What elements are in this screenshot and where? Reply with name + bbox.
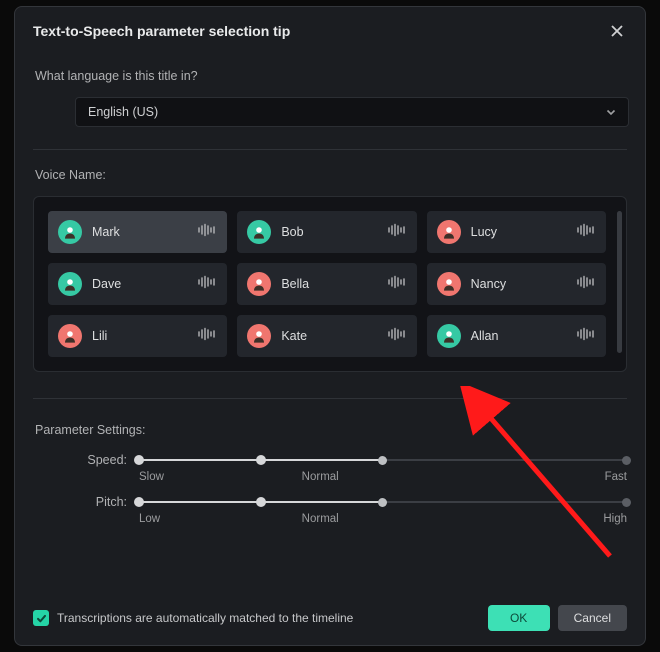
pitch-tick-mid: Normal [302,513,465,525]
avatar [247,324,271,348]
transcription-checkbox-label: Transcriptions are automatically matched… [57,611,480,625]
pitch-slider[interactable] [139,495,627,509]
avatar [58,324,82,348]
speed-tick-high: Fast [464,471,627,483]
voice-name-label: Lili [92,329,197,343]
pitch-tick-labels: Low Normal High [139,513,627,525]
voice-section-label: Voice Name: [35,168,627,182]
avatar [437,272,461,296]
voice-name-label: Lucy [471,225,576,239]
tts-dialog: Text-to-Speech parameter selection tip W… [14,6,646,646]
check-icon [36,613,47,624]
speed-tick-mid: Normal [302,471,465,483]
speed-slider[interactable] [139,453,627,467]
waveform-icon[interactable] [197,327,217,346]
waveform-icon[interactable] [576,223,596,242]
pitch-tick-low: Low [139,513,302,525]
voice-name-label: Allan [471,329,576,343]
voice-option[interactable]: Nancy [427,263,606,305]
voice-name-label: Bella [281,277,386,291]
voice-option[interactable]: Bella [237,263,416,305]
avatar [58,272,82,296]
voice-panel: Mark Bob Lucy Dave Bella Nancy Lili Kate Allan [33,196,627,372]
voice-option[interactable]: Kate [237,315,416,357]
divider [33,398,627,399]
voice-name-label: Kate [281,329,386,343]
avatar [247,272,271,296]
avatar [247,220,271,244]
speed-tick-labels: Slow Normal Fast [139,471,627,483]
avatar [58,220,82,244]
voice-option[interactable]: Bob [237,211,416,253]
voice-scrollbar[interactable] [617,211,622,353]
pitch-label: Pitch: [33,495,139,509]
close-button[interactable] [607,21,627,41]
dialog-header: Text-to-Speech parameter selection tip [15,7,645,51]
language-selected-value: English (US) [88,105,158,119]
voice-option[interactable]: Lili [48,315,227,357]
waveform-icon[interactable] [576,275,596,294]
language-question-label: What language is this title in? [35,69,627,83]
avatar [437,220,461,244]
voice-name-label: Dave [92,277,197,291]
language-select[interactable]: English (US) [75,97,629,127]
chevron-down-icon [606,107,616,117]
waveform-icon[interactable] [387,275,407,294]
voice-name-label: Bob [281,225,386,239]
dialog-footer: Transcriptions are automatically matched… [33,605,627,631]
divider [33,149,627,150]
avatar [437,324,461,348]
cancel-button[interactable]: Cancel [558,605,627,631]
speed-tick-low: Slow [139,471,302,483]
voice-name-label: Nancy [471,277,576,291]
waveform-icon[interactable] [576,327,596,346]
waveform-icon[interactable] [197,275,217,294]
voice-option[interactable]: Mark [48,211,227,253]
waveform-icon[interactable] [387,327,407,346]
transcription-checkbox[interactable] [33,610,49,626]
voice-name-label: Mark [92,225,197,239]
pitch-tick-high: High [464,513,627,525]
voice-option[interactable]: Dave [48,263,227,305]
waveform-icon[interactable] [197,223,217,242]
close-icon [610,24,624,38]
speed-slider-row: Speed: [33,453,627,467]
voice-option[interactable]: Allan [427,315,606,357]
pitch-slider-row: Pitch: [33,495,627,509]
speed-label: Speed: [33,453,139,467]
ok-button[interactable]: OK [488,605,550,631]
voice-option[interactable]: Lucy [427,211,606,253]
waveform-icon[interactable] [387,223,407,242]
parameters-section-label: Parameter Settings: [35,423,627,437]
dialog-title: Text-to-Speech parameter selection tip [33,23,290,39]
